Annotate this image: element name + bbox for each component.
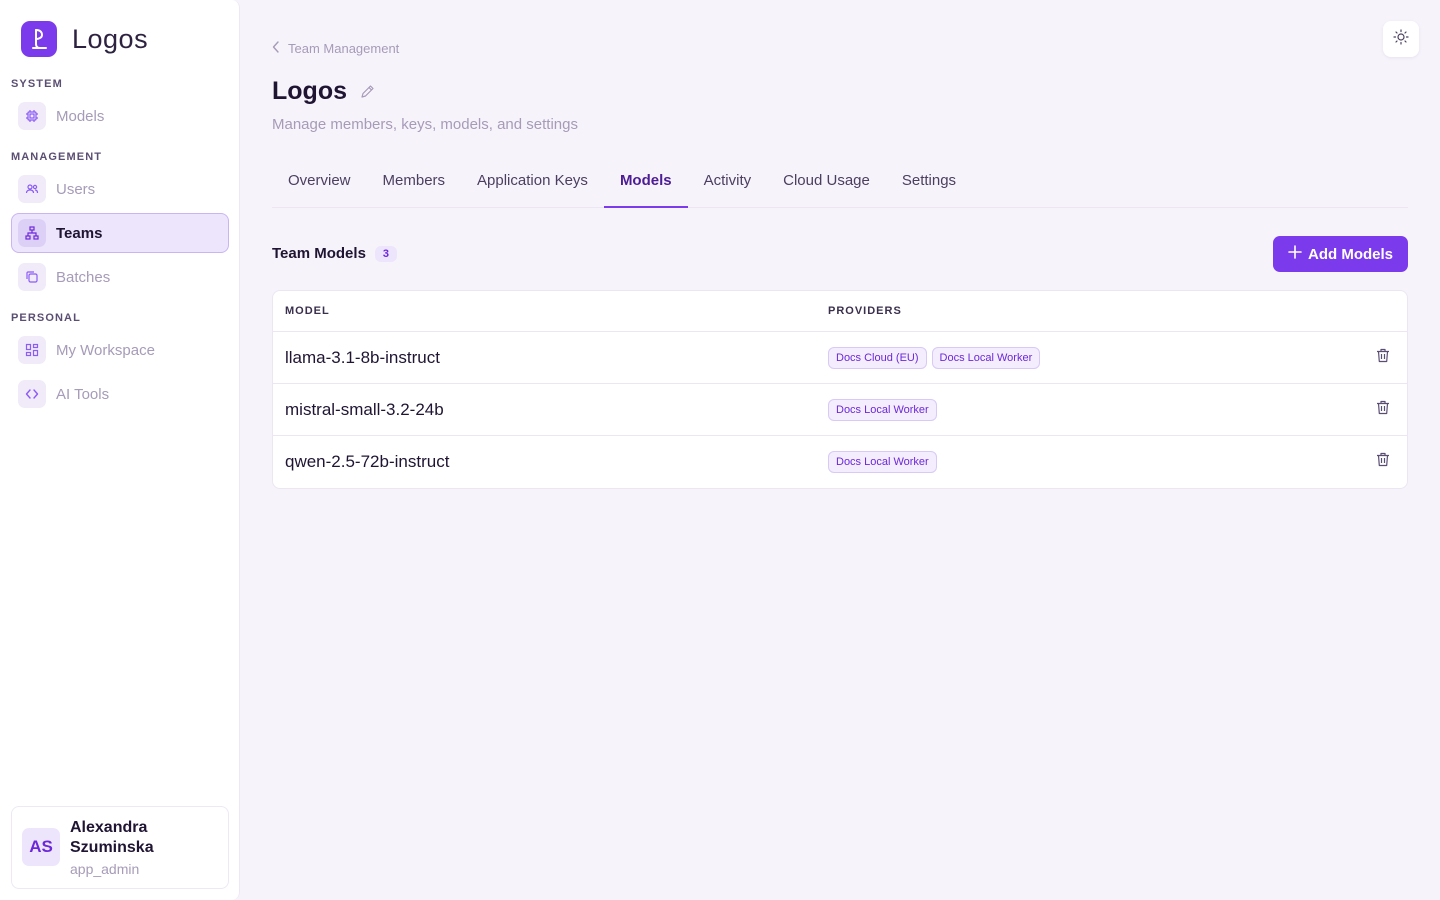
nav-section-management: MANAGEMENT [11,151,103,163]
model-name: llama-3.1-8b-instruct [285,347,440,367]
logos-logo-icon [21,21,57,57]
add-models-button[interactable]: Add Models [1273,236,1408,272]
sidebar-item-label: Models [56,107,105,125]
breadcrumb-label: Team Management [288,41,400,56]
hierarchy-icon [18,219,46,247]
provider-chips: Docs Local Worker [828,451,937,473]
section-header: Team Models 3 [272,245,397,262]
provider-chip: Docs Local Worker [931,346,1041,369]
sidebar-item-teams[interactable]: Teams [11,213,229,253]
sun-icon [1393,28,1409,50]
add-models-label: Add Models [1308,245,1393,263]
table-row[interactable]: llama-3.1-8b-instruct Docs Cloud (EU) Do… [273,332,1407,384]
trash-icon[interactable] [1376,400,1390,420]
avatar: AS [22,828,60,866]
provider-chip: Docs Local Worker [828,451,937,473]
tab-application-keys[interactable]: Application Keys [461,156,604,208]
provider-chips: Docs Cloud (EU) Docs Local Worker [828,346,1041,369]
users-icon [18,175,46,203]
sidebar: Logos SYSTEM Models MANAGEMENT Users Tea… [0,0,240,900]
provider-chip: Docs Cloud (EU) [828,346,927,369]
table-row[interactable]: qwen-2.5-72b-instruct Docs Local Worker [273,436,1407,488]
sidebar-item-label: AI Tools [56,385,110,403]
tab-members[interactable]: Members [367,156,462,208]
trash-icon[interactable] [1376,452,1390,472]
pencil-icon[interactable] [360,84,375,104]
user-name: Alexandra Szuminska [70,819,154,856]
code-icon [18,380,46,408]
trash-icon[interactable] [1376,348,1390,368]
user-card[interactable]: AS Alexandra Szuminska app_admin [11,806,229,889]
brand[interactable]: Logos [21,21,148,57]
tab-overview[interactable]: Overview [272,156,367,208]
plus-icon [1288,245,1308,263]
chevron-left-icon [272,41,288,56]
provider-chip: Docs Local Worker [828,398,937,421]
page-subtitle: Manage members, keys, models, and settin… [272,116,578,133]
column-header-model: MODEL [285,305,330,317]
sidebar-item-ai-tools[interactable]: AI Tools [11,374,229,414]
table-row[interactable]: mistral-small-3.2-24b Docs Local Worker [273,384,1407,436]
nav-section-system: SYSTEM [11,78,63,90]
copy-icon [18,263,46,291]
sidebar-item-my-workspace[interactable]: My Workspace [11,330,229,370]
user-info: Alexandra Szuminska app_admin [70,818,190,877]
table-header: MODEL PROVIDERS [273,291,1407,332]
models-table: MODEL PROVIDERS llama-3.1-8b-instruct Do… [272,290,1408,489]
sidebar-item-label: Users [56,180,96,198]
tab-settings[interactable]: Settings [886,156,972,208]
sidebar-item-users[interactable]: Users [11,169,229,209]
sidebar-item-label: Teams [56,224,103,242]
theme-toggle-button[interactable] [1383,21,1419,57]
app-name: Logos [72,23,149,54]
tab-activity[interactable]: Activity [688,156,768,208]
model-name: qwen-2.5-72b-instruct [285,452,450,471]
nav-section-personal: PERSONAL [11,312,81,324]
sidebar-item-label: My Workspace [56,341,155,359]
page-title: Logos [272,77,347,105]
model-name: mistral-small-3.2-24b [285,399,444,419]
tab-cloud-usage[interactable]: Cloud Usage [767,156,886,208]
tab-models[interactable]: Models [603,156,688,208]
column-header-providers: PROVIDERS [828,305,902,317]
count-badge: 3 [374,245,397,262]
provider-chips: Docs Local Worker [828,398,937,421]
user-role: app_admin [70,861,140,877]
sidebar-item-label: Batches [56,268,111,286]
sidebar-item-batches[interactable]: Batches [11,257,229,297]
sidebar-item-models[interactable]: Models [11,96,229,136]
tab-bar: Overview Members Application Keys Models… [272,156,1408,208]
chip-icon [18,102,46,130]
grid-icon [18,336,46,364]
breadcrumb[interactable]: Team Management [272,41,399,56]
section-title: Team Models [272,245,366,262]
